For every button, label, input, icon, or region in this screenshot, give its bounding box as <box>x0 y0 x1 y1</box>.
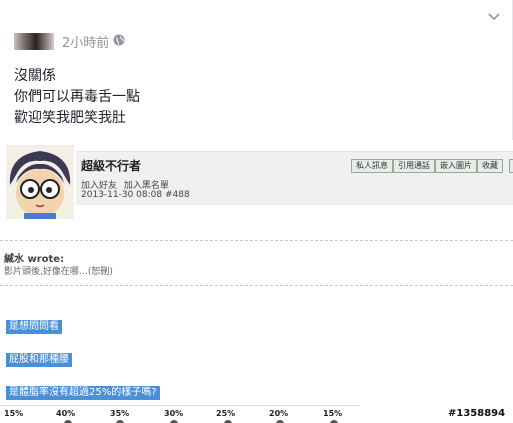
attached-forum-screenshot[interactable]: 超級不行者 加入好友 加入黑名單 2013-11-30 08:08 #488 私… <box>0 140 513 423</box>
chevron-down-icon[interactable] <box>486 10 502 24</box>
globe-icon <box>113 34 125 46</box>
post-message: 沒關係 你們可以再毒舌一點 歡迎笑我肥笑我肚 <box>14 66 140 129</box>
cartoon-avatar-image <box>6 145 74 219</box>
poll-value: 30% <box>164 409 184 418</box>
forum-user-bar: 超級不行者 加入好友 加入黑名單 2013-11-30 08:08 #488 私… <box>76 151 513 205</box>
highlighted-text: 屁股和那種腰 <box>6 353 72 367</box>
quote-text: 影片頭後,好像在哪…(恕刪) <box>4 267 113 277</box>
poll-value: 35% <box>110 409 130 418</box>
divider <box>0 285 513 286</box>
divider <box>0 240 513 241</box>
post-line: 歡迎笑我肥笑我肚 <box>14 110 126 126</box>
poll-value: 25% <box>216 409 236 418</box>
favorite-button[interactable]: 收藏 <box>477 159 503 173</box>
feed-post-card: 2小時前 沒關係 你們可以再毒舌一點 歡迎笑我肥笑我肚 超級不行者 加入好友 加… <box>0 0 513 423</box>
poll-value: 15% <box>4 409 24 418</box>
post-line: 沒關係 <box>14 68 56 84</box>
private-message-button[interactable]: 私人訊息 <box>351 159 393 173</box>
quote-button[interactable]: 引用通話 <box>393 159 435 173</box>
forum-username[interactable]: 超級不行者 <box>81 157 141 174</box>
post-timestamp[interactable]: 2小時前 <box>62 32 109 51</box>
highlighted-text: 是體脂率沒有超過25%的樣子嗎? <box>6 386 160 400</box>
poll-results-row: 15% 40% 35% 30% 25% 20% 15% <box>0 405 360 423</box>
forum-post-meta: 2013-11-30 08:08 #488 <box>81 190 190 200</box>
poll-value: 20% <box>269 409 289 418</box>
highlighted-text: 是想問問看 <box>6 320 62 334</box>
poll-value: 40% <box>56 409 76 418</box>
post-line: 你們可以再毒舌一點 <box>14 89 140 105</box>
embed-image-button[interactable]: 嵌入圖片 <box>435 159 477 173</box>
poll-value: 15% <box>323 409 343 418</box>
avatar[interactable] <box>14 33 54 50</box>
more-button[interactable] <box>509 159 513 173</box>
watermark-id: #1358894 <box>448 408 506 419</box>
quote-author: 緘水 wrote: <box>4 254 65 265</box>
